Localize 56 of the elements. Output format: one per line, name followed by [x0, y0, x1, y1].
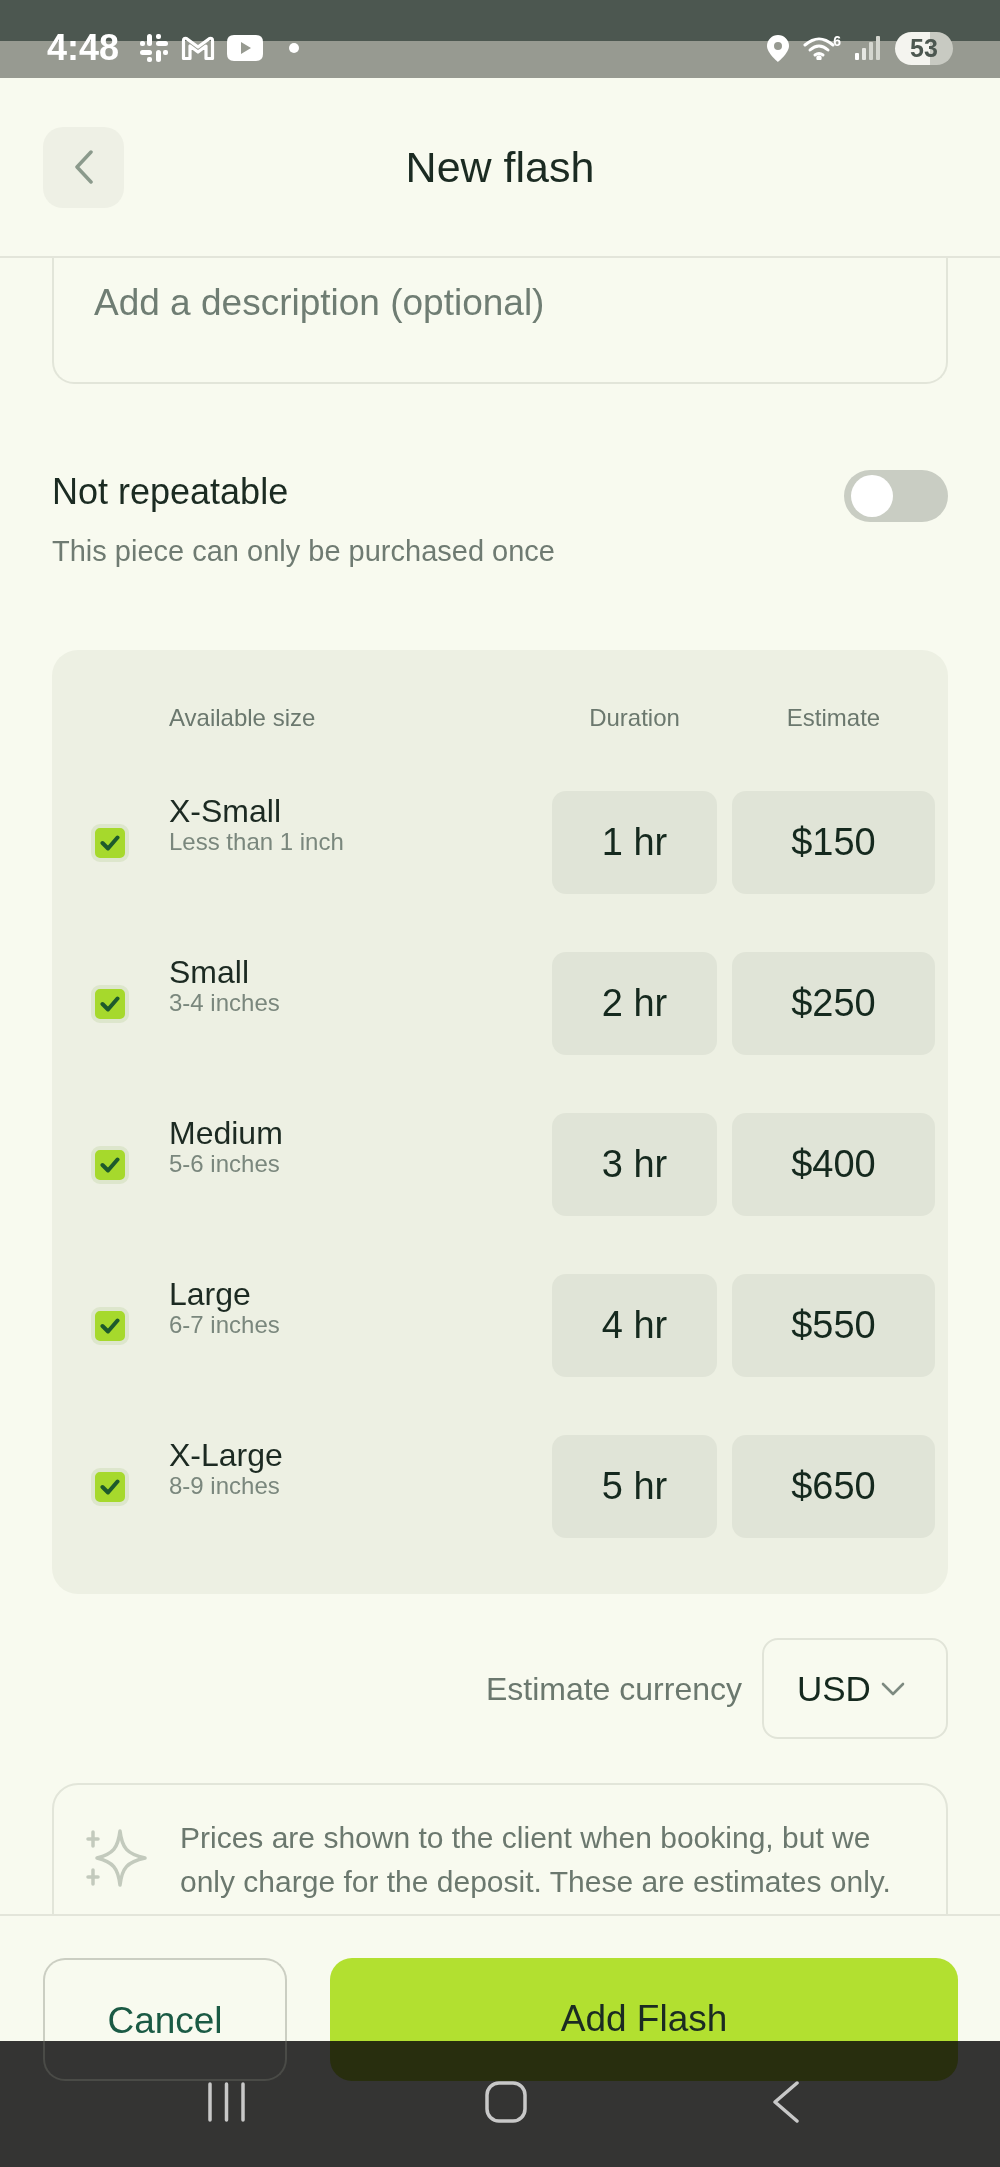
- battery-indicator: 53: [895, 31, 953, 65]
- back-icon[interactable]: [772, 2081, 800, 2123]
- column-header: Estimate: [785, 703, 882, 733]
- checkbox[interactable]: [91, 1306, 129, 1345]
- checkmark-icon: [100, 1317, 120, 1334]
- play-button-icon: [227, 35, 264, 61]
- duration-field[interactable]: 4 hr: [552, 1274, 717, 1377]
- size-range: 8-9 inches: [169, 1472, 280, 1500]
- currency-label: Estimate currency: [485, 1669, 742, 1709]
- add-flash-button[interactable]: Add Flash: [330, 1958, 958, 2041]
- dot-icon: [289, 43, 300, 53]
- info-text: Prices are shown to the client when booking, but we only charge for the deposit. These are estimates only.: [180, 1820, 892, 1900]
- wifi-label: 6: [833, 33, 841, 48]
- sparkle-icon: [86, 1828, 148, 1888]
- home-icon[interactable]: [485, 2081, 527, 2123]
- setting-hint: This piece can only be purchased once: [52, 534, 555, 569]
- toggle-switch[interactable]: [844, 470, 948, 522]
- size-range: 5-6 inches: [169, 1150, 280, 1178]
- checkbox[interactable]: [91, 823, 129, 862]
- checkbox[interactable]: [91, 984, 129, 1023]
- estimate-field[interactable]: $250: [732, 952, 935, 1055]
- checkmark-icon: [100, 1156, 120, 1173]
- size-range: Less than 1 inch: [169, 828, 344, 856]
- duration-field[interactable]: 1 hr: [552, 791, 717, 894]
- estimate-field[interactable]: $650: [732, 1435, 935, 1538]
- size-range: 3-4 inches: [169, 989, 280, 1017]
- duration-field[interactable]: 3 hr: [552, 1113, 717, 1216]
- chevron-down-icon: [880, 1681, 905, 1696]
- location-pin-icon: [767, 34, 790, 62]
- size-name: X-Small: [169, 794, 281, 828]
- recent-apps-icon[interactable]: [206, 2082, 246, 2122]
- column-header: Available size: [169, 703, 317, 733]
- duration-field[interactable]: 5 hr: [552, 1435, 717, 1538]
- size-name: X-Large: [169, 1438, 283, 1472]
- currency-dropdown[interactable]: USD: [762, 1638, 948, 1739]
- duration-field[interactable]: 2 hr: [552, 952, 717, 1055]
- checkmark-icon: [100, 834, 120, 851]
- estimate-field[interactable]: $150: [732, 791, 935, 894]
- size-name: Small: [169, 955, 249, 989]
- estimate-field[interactable]: $400: [732, 1113, 935, 1216]
- size-name: Medium: [169, 1116, 283, 1150]
- hash-logo-icon: [139, 33, 170, 63]
- checkmark-icon: [100, 1478, 120, 1495]
- estimate-field[interactable]: $550: [732, 1274, 935, 1377]
- checkmark-icon: [100, 995, 120, 1012]
- description-field[interactable]: Add a description (optional): [52, 258, 948, 384]
- mail-logo-icon: [181, 35, 216, 61]
- size-range: 6-7 inches: [169, 1311, 280, 1339]
- page-title: New flash: [405, 142, 595, 192]
- column-header: Duration: [588, 703, 681, 733]
- checkbox[interactable]: [91, 1467, 129, 1506]
- signal-icon: [855, 36, 881, 60]
- setting-label: Not repeatable: [52, 470, 290, 514]
- checkbox[interactable]: [91, 1145, 129, 1184]
- size-name: Large: [169, 1277, 251, 1311]
- chevron-left-icon: [73, 150, 94, 184]
